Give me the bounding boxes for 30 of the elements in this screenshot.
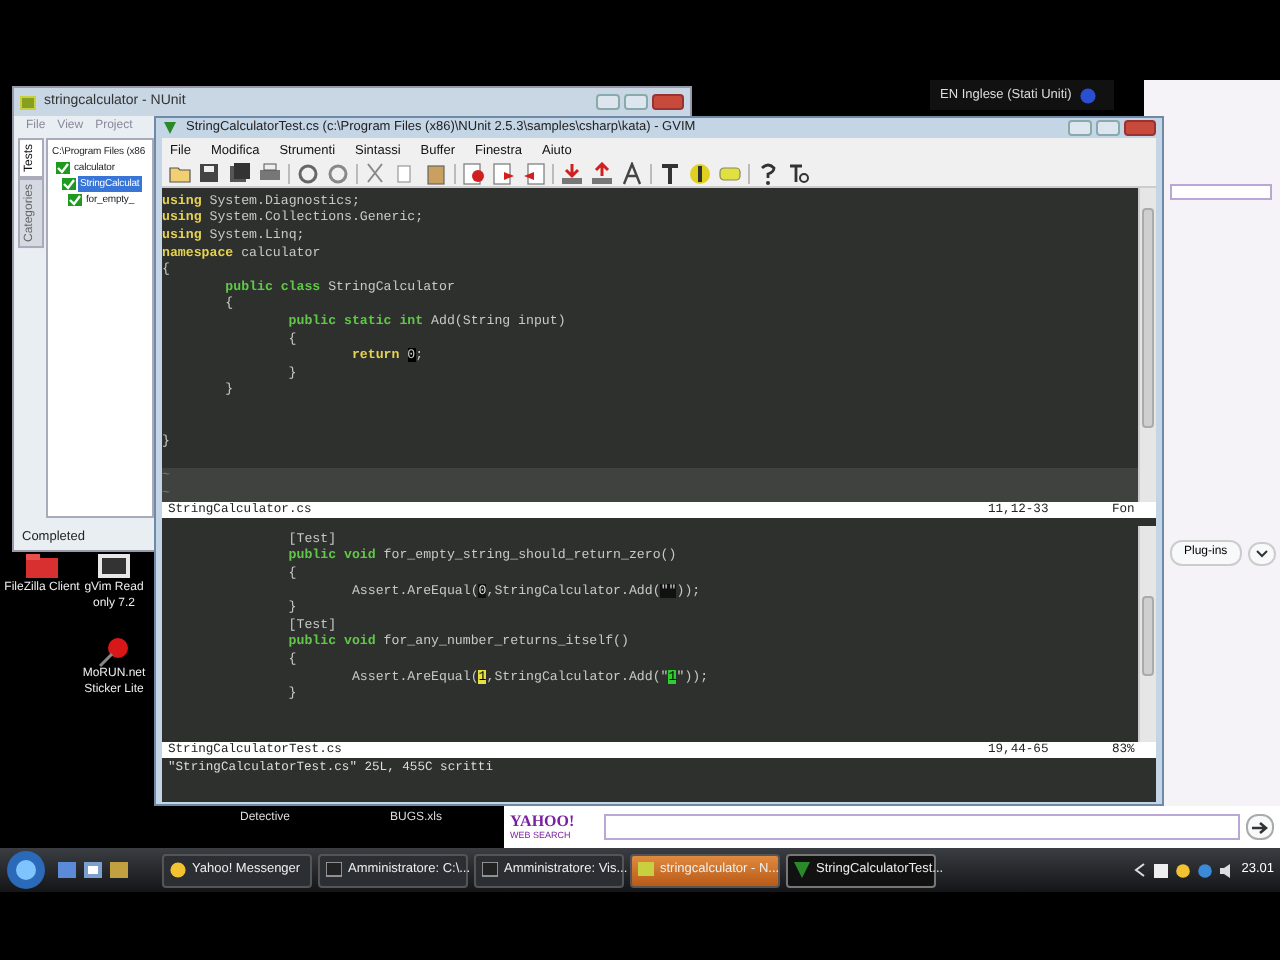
scrollbar[interactable] [1138, 187, 1156, 502]
search-field[interactable] [604, 814, 1240, 840]
disks-icon[interactable] [228, 161, 252, 186]
speaker-icon[interactable] [1219, 863, 1234, 877]
app-icon [20, 95, 36, 109]
dropdown-button[interactable] [1247, 541, 1276, 565]
close-button[interactable] [1124, 119, 1156, 136]
find-replace-icon[interactable] [462, 161, 486, 186]
close-button[interactable] [652, 94, 684, 110]
find-previous-icon[interactable] [522, 161, 546, 186]
help-icon[interactable] [756, 161, 780, 186]
search-button[interactable] [1246, 814, 1274, 840]
arrow-icon [1252, 821, 1268, 833]
chevron-icon [1255, 549, 1268, 557]
console-icon [482, 862, 498, 878]
yahoo-logo: YAHOO! [510, 813, 577, 829]
shortcut-icon[interactable] [94, 550, 134, 582]
printer-icon[interactable] [258, 161, 282, 186]
chevron-icon[interactable] [1133, 862, 1146, 878]
scissors-icon[interactable] [364, 161, 388, 186]
find-next-icon[interactable] [492, 161, 516, 186]
console-icon [326, 862, 342, 878]
start-orb-icon[interactable] [6, 850, 46, 890]
paste-icon[interactable] [424, 161, 448, 186]
tray-icon[interactable] [1153, 863, 1168, 877]
pin-icon[interactable] [94, 636, 134, 668]
search-field[interactable] [1170, 184, 1272, 200]
folder-icon[interactable] [22, 550, 62, 582]
window-icon[interactable] [84, 862, 102, 878]
scrollbar[interactable] [1138, 525, 1156, 742]
